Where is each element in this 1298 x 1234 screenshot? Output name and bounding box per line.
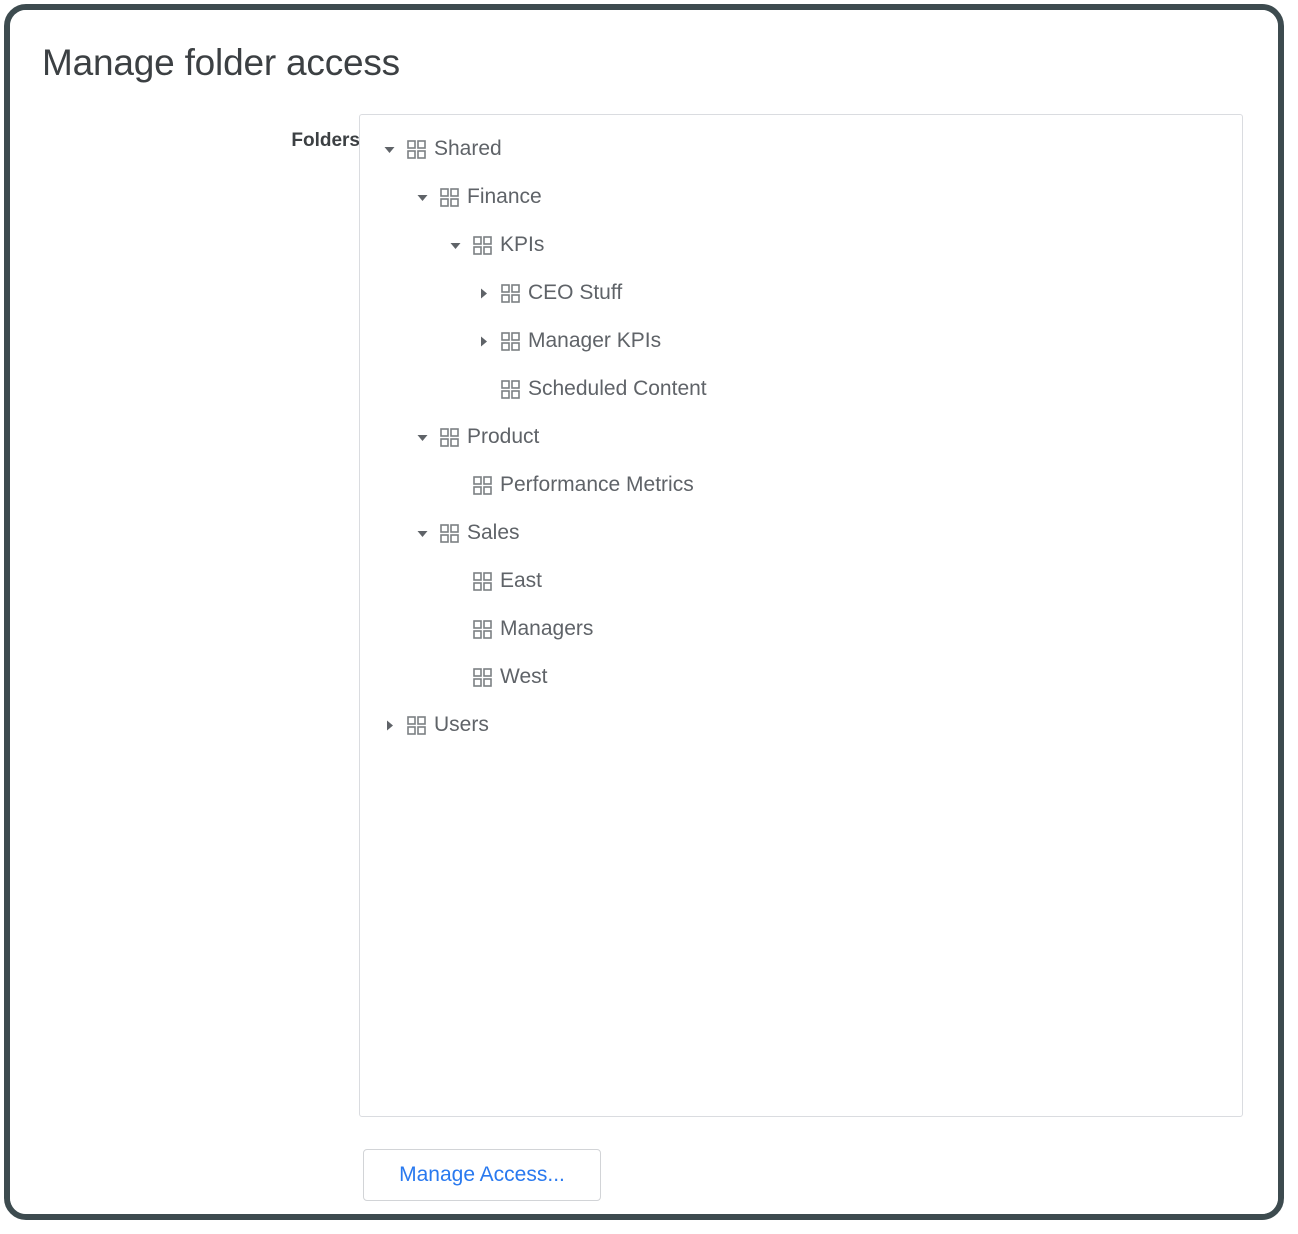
caret-right-icon[interactable]	[472, 282, 494, 304]
folder-tree-item[interactable]: Scheduled Content	[360, 365, 1242, 413]
folder-grid-icon	[500, 331, 520, 351]
caret-down-icon[interactable]	[444, 234, 466, 256]
folder-grid-icon	[472, 571, 492, 591]
folder-grid-icon	[472, 475, 492, 495]
folder-tree-item[interactable]: CEO Stuff	[360, 269, 1242, 317]
manage-access-button[interactable]: Manage Access...	[363, 1149, 601, 1201]
folder-tree-item-label: Product	[467, 424, 539, 450]
dialog-content: Manage folder access Folders Shared Finan…	[10, 10, 1278, 1214]
folder-tree-item[interactable]: Users	[360, 701, 1242, 749]
caret-right-icon[interactable]	[378, 714, 400, 736]
caret-down-icon[interactable]	[411, 426, 433, 448]
folder-grid-icon	[406, 139, 426, 159]
folder-tree-item-label: Manager KPIs	[528, 328, 661, 354]
folders-field-label: Folders	[120, 128, 360, 154]
folder-grid-icon	[472, 619, 492, 639]
folder-tree-item[interactable]: Sales	[360, 509, 1242, 557]
folder-tree-item-label: Scheduled Content	[528, 376, 707, 402]
folder-grid-icon	[472, 667, 492, 687]
folder-grid-icon	[406, 715, 426, 735]
folder-tree-item-label: Sales	[467, 520, 520, 546]
dialog-window: Manage folder access Folders Shared Finan…	[4, 4, 1284, 1220]
folder-tree-item[interactable]: Finance	[360, 173, 1242, 221]
folder-grid-icon	[439, 427, 459, 447]
folder-tree-item-label: Shared	[434, 136, 502, 162]
folder-tree-item-label: East	[500, 568, 542, 594]
caret-placeholder	[472, 378, 494, 400]
caret-right-icon[interactable]	[472, 330, 494, 352]
folder-tree-panel[interactable]: Shared Finance KPIs CEO Stuff Manager KPIs Sc…	[359, 114, 1243, 1117]
folder-tree-item-label: Managers	[500, 616, 593, 642]
caret-placeholder	[444, 474, 466, 496]
folder-grid-icon	[500, 379, 520, 399]
folder-tree-item[interactable]: East	[360, 557, 1242, 605]
caret-down-icon[interactable]	[411, 522, 433, 544]
folder-tree-item[interactable]: Performance Metrics	[360, 461, 1242, 509]
folder-grid-icon	[472, 235, 492, 255]
folder-tree-item-label: West	[500, 664, 547, 690]
folder-tree-item-label: Performance Metrics	[500, 472, 694, 498]
caret-down-icon[interactable]	[378, 138, 400, 160]
folder-tree-item-label: CEO Stuff	[528, 280, 622, 306]
folder-grid-icon	[500, 283, 520, 303]
folder-tree-item[interactable]: Product	[360, 413, 1242, 461]
folder-tree-item-label: KPIs	[500, 232, 544, 258]
folder-tree-item[interactable]: Manager KPIs	[360, 317, 1242, 365]
folder-grid-icon	[439, 187, 459, 207]
folder-tree-item-label: Finance	[467, 184, 542, 210]
caret-down-icon[interactable]	[411, 186, 433, 208]
folder-tree-item[interactable]: Shared	[360, 125, 1242, 173]
folder-tree-item[interactable]: West	[360, 653, 1242, 701]
caret-placeholder	[444, 618, 466, 640]
folder-tree-item[interactable]: KPIs	[360, 221, 1242, 269]
folder-tree-item-label: Users	[434, 712, 489, 738]
folder-tree-list: Shared Finance KPIs CEO Stuff Manager KPIs Sc…	[360, 125, 1242, 749]
folder-tree-item[interactable]: Managers	[360, 605, 1242, 653]
folder-grid-icon	[439, 523, 459, 543]
caret-placeholder	[444, 570, 466, 592]
caret-placeholder	[444, 666, 466, 688]
page-title: Manage folder access	[42, 40, 400, 86]
